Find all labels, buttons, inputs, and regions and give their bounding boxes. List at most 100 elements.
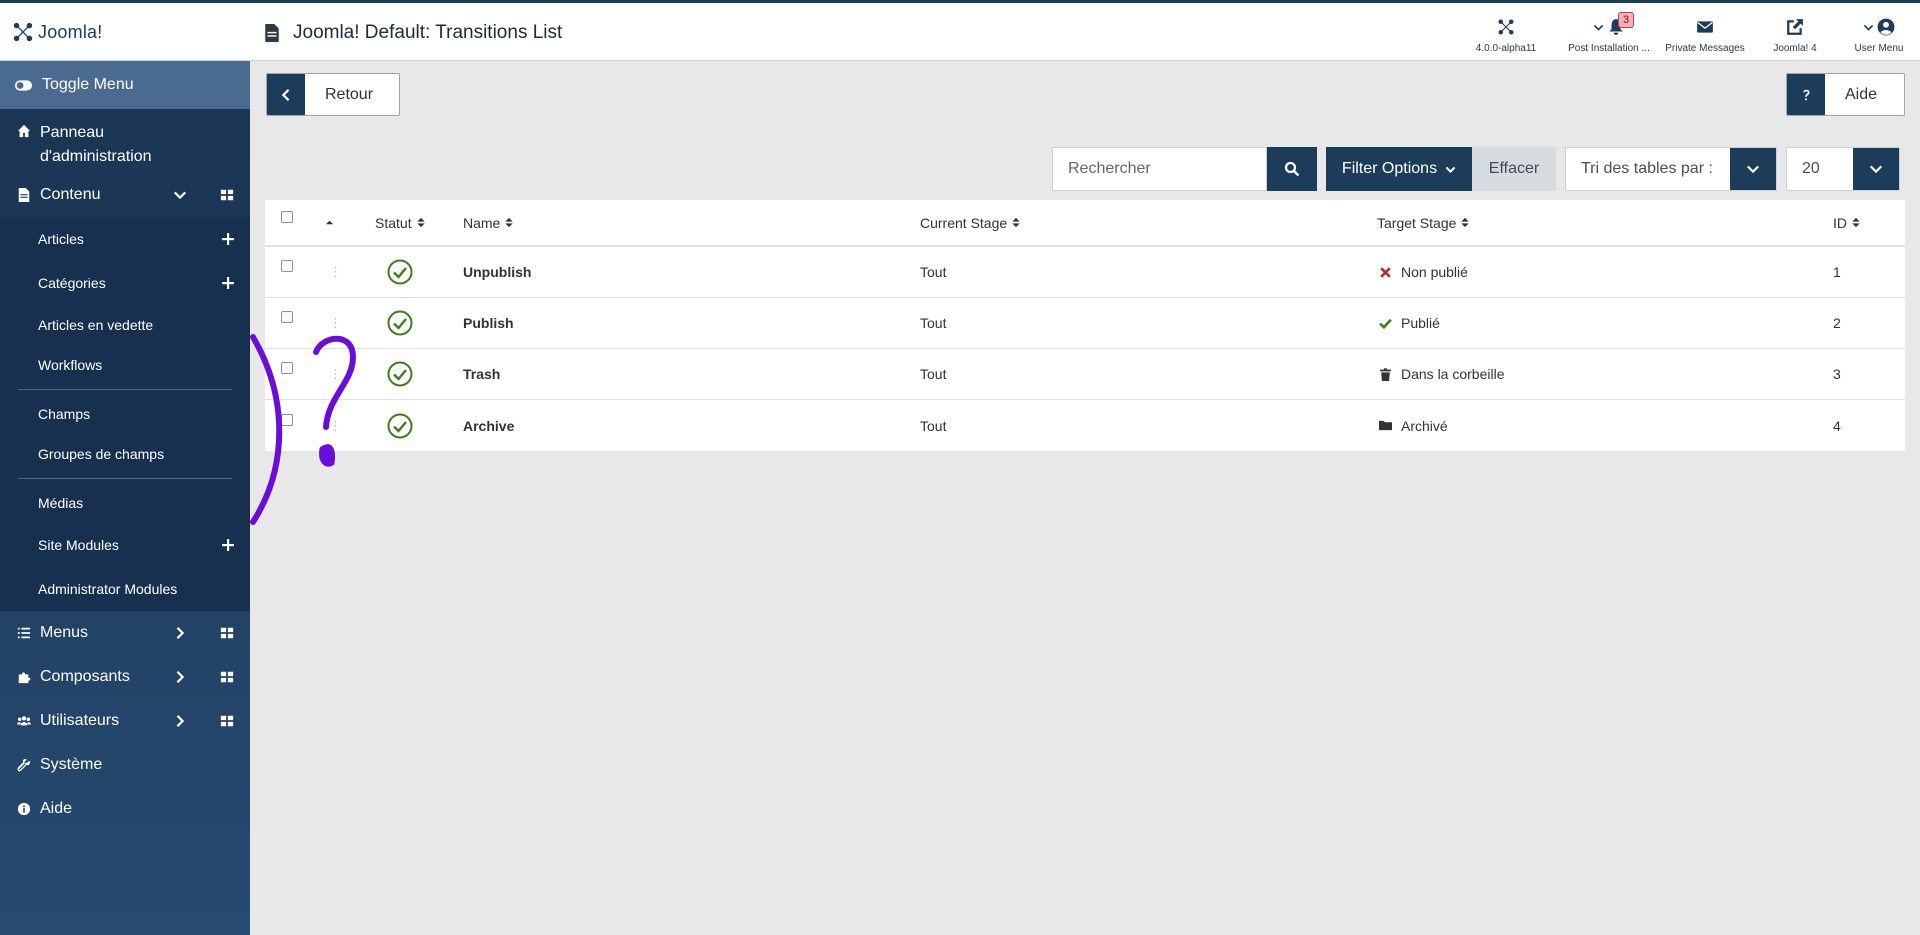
sidebar-item-system[interactable]: Système: [0, 743, 250, 787]
content-submenu: Articles Catégories Articles en vedette …: [0, 217, 250, 611]
current-stage: Tout: [920, 366, 947, 382]
plus-icon[interactable]: [221, 232, 235, 246]
row-checkbox[interactable]: [281, 260, 293, 272]
sort-target-stage[interactable]: Target Stage: [1377, 200, 1470, 245]
search-button[interactable]: [1267, 147, 1317, 191]
divider: [18, 478, 232, 479]
user-circle-icon: [1877, 18, 1895, 36]
dashboard-icon[interactable]: [220, 626, 234, 640]
transitions-table: Statut Name Current Stage Target Stage I…: [265, 200, 1905, 451]
sidebar-item-label: Administrator Modules: [38, 581, 178, 597]
private-messages-link[interactable]: Private Messages: [1660, 16, 1750, 54]
help-button[interactable]: Aide: [1786, 73, 1905, 116]
sort-status[interactable]: Statut: [375, 200, 425, 245]
sidebar-item-content[interactable]: Contenu: [0, 173, 250, 217]
header-target-stage: Target Stage: [1377, 214, 1457, 231]
joomla-icon: [13, 22, 33, 42]
sidebar-item-articles[interactable]: Articles: [0, 217, 250, 261]
chevron-down-icon: [1863, 24, 1874, 31]
status-toggle[interactable]: [387, 400, 413, 451]
back-button[interactable]: Retour: [266, 73, 400, 116]
sidebar-item-admin-modules[interactable]: Administrator Modules: [0, 567, 250, 611]
chevron-down-icon: [1747, 165, 1759, 174]
plus-icon[interactable]: [221, 276, 235, 290]
site-link[interactable]: Joomla! 4: [1750, 16, 1840, 54]
sort-id[interactable]: ID: [1833, 200, 1860, 245]
sidebar-item-dashboard[interactable]: Panneau d'administration: [0, 109, 250, 173]
plus-icon[interactable]: [221, 538, 235, 552]
top-header: Joomla! Joomla! Default: Transitions Lis…: [0, 0, 1920, 61]
sort-icon: [1852, 217, 1860, 228]
divider: [18, 389, 232, 390]
info-icon: [17, 802, 31, 816]
check-circle-icon: [387, 310, 413, 336]
sidebar-item-label: Menus: [40, 624, 89, 641]
clear-button[interactable]: Effacer: [1472, 147, 1556, 191]
dashboard-icon[interactable]: [220, 714, 234, 728]
drag-handle[interactable]: ⋮: [329, 264, 342, 280]
transition-name-link[interactable]: Archive: [463, 418, 514, 434]
table-header: Statut Name Current Stage Target Stage I…: [265, 200, 1905, 247]
sidebar-item-workflows[interactable]: Workflows: [0, 345, 250, 385]
version-link[interactable]: 4.0.0-alpha11: [1461, 16, 1551, 54]
chevron-right-icon: [176, 714, 185, 728]
search-icon: [1284, 161, 1300, 177]
dashboard-icon[interactable]: [220, 188, 234, 202]
table-row: ⋮ Archive Tout Archivé 4: [265, 400, 1905, 451]
filter-options-button[interactable]: Filter Options: [1326, 147, 1472, 191]
sort-select[interactable]: Tri des tables par :: [1565, 147, 1777, 191]
current-stage: Tout: [920, 315, 947, 331]
back-button-label: Retour: [325, 85, 374, 103]
sidebar-item-label: Système: [40, 756, 103, 773]
sort-name[interactable]: Name: [463, 200, 514, 245]
sidebar-item-help[interactable]: Aide: [0, 787, 250, 831]
target-stage: Publié: [1401, 315, 1440, 331]
joomla-logo[interactable]: Joomla!: [12, 19, 102, 45]
sidebar-item-featured[interactable]: Articles en vedette: [0, 305, 250, 345]
limit-select[interactable]: 20: [1786, 147, 1900, 191]
table-row: ⋮ Trash Tout Dans la corbeille 3: [265, 349, 1905, 400]
check-circle-icon: [387, 413, 413, 438]
search-input[interactable]: Rechercher: [1052, 147, 1267, 191]
transition-name-link[interactable]: Unpublish: [463, 264, 531, 280]
sort-icon: [416, 217, 425, 228]
check-icon: [1378, 318, 1392, 329]
post-install-link[interactable]: 3 Post Installation ...: [1564, 12, 1654, 54]
puzzle-icon: [18, 672, 31, 684]
header-current-stage: Current Stage: [920, 214, 1008, 231]
file-icon: [265, 24, 279, 42]
sidebar-item-label: Site Modules: [38, 537, 119, 553]
sidebar-item-media[interactable]: Médias: [0, 483, 250, 523]
table-row: ⋮ Publish Tout Publié 2: [265, 298, 1905, 349]
check-circle-icon: [387, 259, 413, 285]
transition-name-link[interactable]: Trash: [463, 366, 500, 382]
sort-current-stage[interactable]: Current Stage: [920, 200, 1020, 245]
ordering-sort[interactable]: [325, 200, 334, 245]
version-label: 4.0.0-alpha11: [1475, 43, 1537, 54]
sidebar-item-components[interactable]: Composants: [0, 655, 250, 699]
select-all-checkbox[interactable]: [281, 210, 293, 223]
current-stage: Tout: [920, 417, 947, 434]
status-toggle[interactable]: [387, 349, 413, 399]
toggle-menu[interactable]: Toggle Menu: [0, 61, 250, 109]
dashboard-icon[interactable]: [220, 670, 234, 684]
sidebar-item-site-modules[interactable]: Site Modules: [0, 523, 250, 567]
status-toggle[interactable]: [387, 247, 413, 297]
toggle-icon: [15, 79, 32, 91]
sidebar-item-users[interactable]: Utilisateurs: [0, 699, 250, 743]
status-toggle[interactable]: [387, 298, 413, 348]
sidebar-item-label: Contenu: [40, 186, 101, 203]
question-icon: [1803, 89, 1810, 100]
sidebar-item-categories[interactable]: Catégories: [0, 261, 250, 305]
sidebar-item-field-groups[interactable]: Groupes de champs: [0, 434, 250, 474]
sidebar-item-label: Composants: [40, 668, 130, 685]
sort-icon: [1012, 217, 1020, 228]
sidebar-item-menus[interactable]: Menus: [0, 611, 250, 655]
sidebar-item-fields[interactable]: Champs: [0, 394, 250, 434]
hand-drawn-annotation: [250, 334, 357, 525]
user-menu[interactable]: User Menu: [1834, 16, 1920, 54]
transition-name-link[interactable]: Publish: [463, 315, 514, 331]
folder-icon: [1378, 420, 1392, 431]
sort-label: Tri des tables par :: [1581, 160, 1713, 177]
row-checkbox[interactable]: [281, 311, 293, 323]
